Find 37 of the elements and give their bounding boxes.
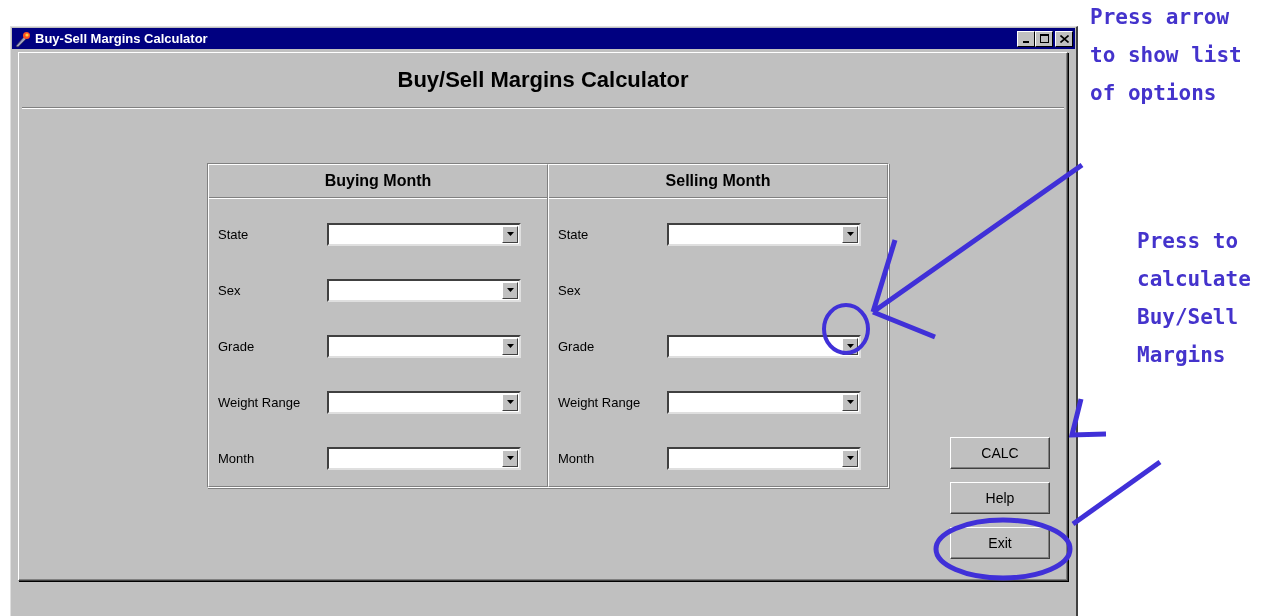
dropdown-field[interactable] (667, 222, 861, 246)
action-button[interactable]: CALC (950, 437, 1050, 469)
maximize-button[interactable] (1035, 30, 1053, 47)
field-label: Sex (558, 282, 582, 298)
field-label: Month (558, 450, 596, 466)
action-button[interactable]: Help (950, 482, 1050, 514)
action-button[interactable]: Exit (950, 527, 1050, 559)
field-label: Month (218, 450, 256, 466)
dropdown-field[interactable] (327, 446, 521, 470)
maximize-icon (1039, 33, 1049, 43)
dropdown-field[interactable] (327, 222, 521, 246)
window-title: Buy-Sell Margins Calculator (35, 31, 209, 46)
dropdown-field[interactable] (667, 446, 861, 470)
close-button[interactable] (1055, 30, 1073, 47)
column-header: Buying Month (209, 165, 547, 198)
close-icon (1059, 34, 1069, 43)
field-label: State (218, 226, 250, 242)
field-label: Grade (218, 338, 256, 354)
annotation-tick (1068, 398, 1107, 438)
field-label: Weight Range (218, 394, 302, 410)
field-label: State (558, 226, 590, 242)
column-header: Selling Month (549, 165, 887, 198)
dropdown-field[interactable] (327, 390, 521, 414)
field-label: Weight Range (558, 394, 642, 410)
dropdown-field[interactable] (327, 278, 521, 302)
field-label: Sex (218, 282, 242, 298)
field-label: Grade (558, 338, 596, 354)
torch-icon (14, 29, 32, 48)
annotation-note: Press arrow to show list of options (1090, 4, 1243, 107)
minimize-button[interactable] (1017, 30, 1035, 47)
annotation-circle (822, 303, 870, 355)
dropdown-field[interactable] (667, 334, 861, 358)
form-heading: Buy/Sell Margins Calculator (22, 53, 1064, 108)
dropdown-field[interactable] (667, 390, 861, 414)
annotation-note: Press to calculate Buy/Sell Margins (1137, 228, 1252, 369)
dropdown-field[interactable] (327, 334, 521, 358)
minimize-icon (1023, 40, 1029, 43)
